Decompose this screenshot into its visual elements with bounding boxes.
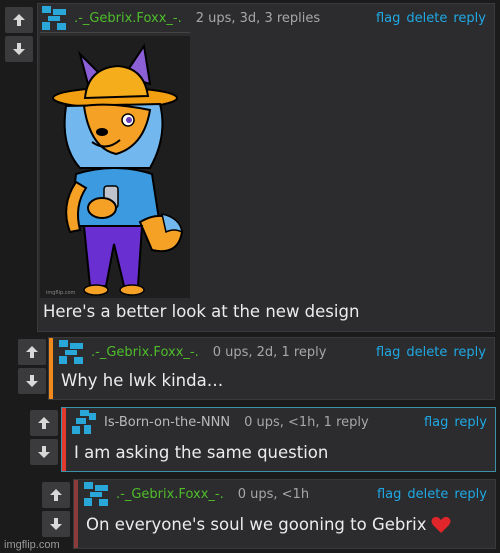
comment-actions: flag delete reply [377, 487, 487, 502]
flag-link[interactable]: flag [424, 415, 448, 430]
comment-text: Here's a better look at the new design [43, 302, 360, 321]
comment-text: On everyone's soul we gooning to Gebrix [86, 515, 451, 534]
username-link[interactable]: .-_Gebrix.Foxx_-. [74, 11, 182, 26]
delete-link[interactable]: delete [406, 345, 447, 360]
reply-link[interactable]: reply [454, 487, 487, 502]
user-avatar-icon[interactable] [72, 410, 98, 434]
delete-link[interactable]: delete [406, 11, 447, 26]
comment-actions: flag delete reply [376, 11, 486, 26]
comment-panel: .-_Gebrix.Foxx_-. 2 ups, 3d, 3 replies f… [37, 3, 495, 332]
comment-header: Is-Born-on-the-NNN 0 ups, <1h, 1 reply f… [68, 408, 495, 436]
arrow-up-icon [13, 14, 25, 26]
downvote-button[interactable] [18, 368, 46, 394]
upvote-button[interactable] [42, 482, 70, 508]
arrow-down-icon [13, 43, 25, 55]
comment-text: I am asking the same question [74, 443, 329, 462]
downvote-button[interactable] [5, 36, 33, 62]
user-avatar-icon[interactable] [42, 6, 68, 30]
thread-accent-bar [62, 408, 66, 471]
username-link[interactable]: Is-Born-on-the-NNN [104, 415, 230, 430]
reply-link[interactable]: reply [454, 415, 487, 430]
image-watermark: imgflip.com [46, 290, 76, 296]
user-avatar-icon[interactable] [59, 340, 85, 364]
thread-accent-bar [49, 338, 53, 399]
heart-icon [431, 516, 450, 533]
flag-link[interactable]: flag [377, 487, 401, 502]
comment-1: .-_Gebrix.Foxx_-. 2 ups, 3d, 3 replies f… [0, 0, 500, 335]
flag-link[interactable]: flag [376, 11, 400, 26]
upvote-button[interactable] [18, 339, 46, 365]
attached-image[interactable]: imgflip.com [40, 36, 190, 298]
upvote-button[interactable] [5, 7, 33, 33]
vote-controls [5, 7, 33, 65]
delete-link[interactable]: delete [407, 487, 448, 502]
site-watermark: imgflip.com [4, 539, 60, 551]
comment-text-content: On everyone's soul we gooning to Gebrix [86, 515, 427, 534]
reply-link[interactable]: reply [453, 11, 486, 26]
comment-panel: Is-Born-on-the-NNN 0 ups, <1h, 1 reply f… [61, 407, 496, 472]
downvote-button[interactable] [30, 439, 58, 465]
header-divider [40, 32, 190, 33]
reply-link[interactable]: reply [453, 345, 486, 360]
arrow-down-icon [50, 518, 62, 530]
comment-meta: 0 ups, 2d, 1 reply [212, 344, 327, 360]
comment-header: .-_Gebrix.Foxx_-. 0 ups, 2d, 1 reply fla… [55, 338, 494, 366]
flag-link[interactable]: flag [376, 345, 400, 360]
arrow-up-icon [38, 417, 50, 429]
vote-controls [42, 482, 70, 540]
comment-actions: flag delete reply [376, 345, 486, 360]
comment-meta: 0 ups, <1h, 1 reply [244, 414, 369, 430]
vote-controls [30, 410, 58, 468]
comment-actions: flag reply [424, 415, 487, 430]
comment-meta: 2 ups, 3d, 3 replies [195, 10, 321, 26]
comment-4: .-_Gebrix.Foxx_-. 0 ups, <1h flag delete… [0, 477, 500, 553]
username-link[interactable]: .-_Gebrix.Foxx_-. [91, 345, 199, 360]
upvote-button[interactable] [30, 410, 58, 436]
comment-3: Is-Born-on-the-NNN 0 ups, <1h, 1 reply f… [0, 403, 500, 477]
username-link[interactable]: .-_Gebrix.Foxx_-. [116, 487, 224, 502]
arrow-up-icon [50, 489, 62, 501]
comment-2: .-_Gebrix.Foxx_-. 0 ups, 2d, 1 reply fla… [0, 335, 500, 403]
comment-header: .-_Gebrix.Foxx_-. 0 ups, <1h flag delete… [80, 480, 495, 508]
comment-header: .-_Gebrix.Foxx_-. 2 ups, 3d, 3 replies f… [38, 4, 494, 32]
fox-character-drawing [52, 43, 184, 296]
comment-panel: .-_Gebrix.Foxx_-. 0 ups, <1h flag delete… [73, 479, 496, 549]
arrow-down-icon [26, 375, 38, 387]
arrow-down-icon [38, 446, 50, 458]
comment-meta: 0 ups, <1h [237, 486, 310, 502]
comment-text: Why he lwk kinda… [61, 371, 224, 390]
thread-accent-bar [74, 480, 78, 548]
user-avatar-icon[interactable] [84, 482, 110, 506]
downvote-button[interactable] [42, 511, 70, 537]
vote-controls [18, 339, 46, 397]
comment-panel: .-_Gebrix.Foxx_-. 0 ups, 2d, 1 reply fla… [48, 337, 495, 400]
arrow-up-icon [26, 346, 38, 358]
